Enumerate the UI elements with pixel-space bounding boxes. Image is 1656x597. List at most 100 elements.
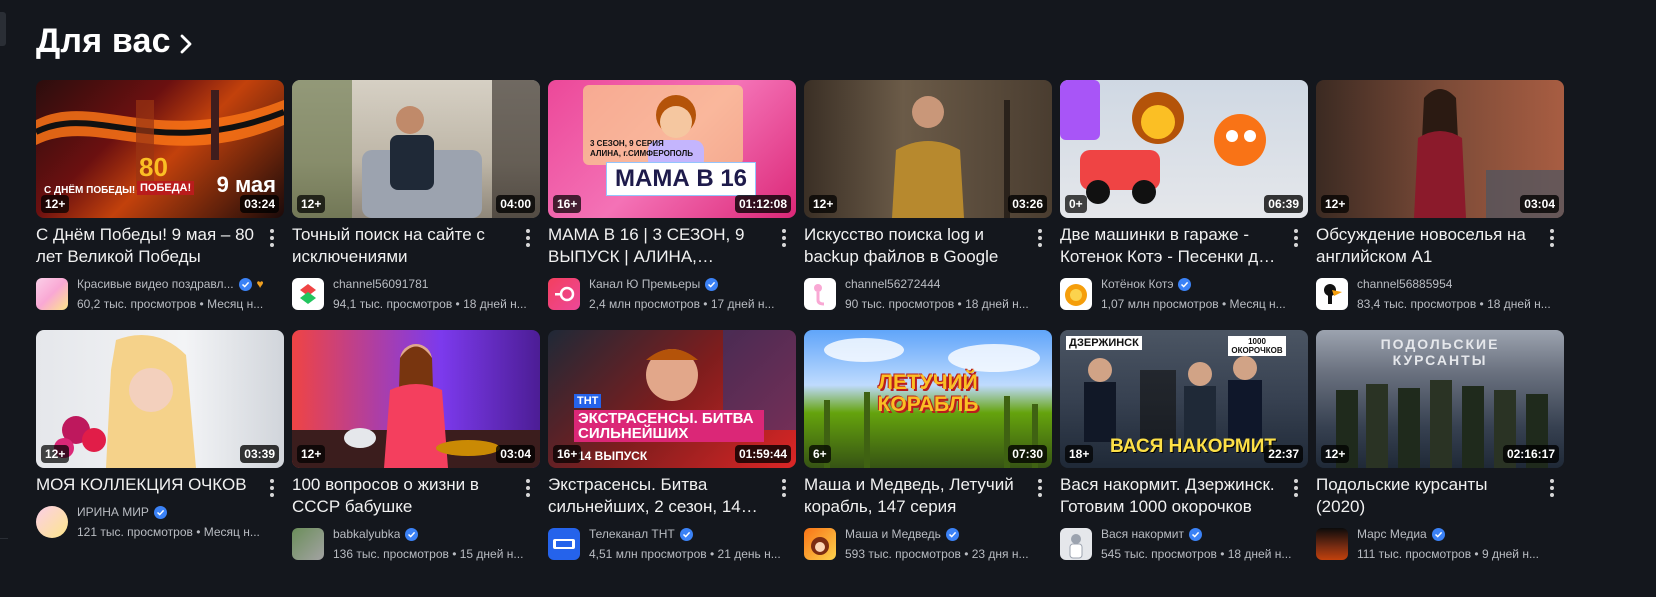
channel-name[interactable]: channel56091781 [333, 277, 428, 291]
upload-date: 18 дней н... [463, 297, 527, 311]
video-card[interactable]: 12+ 04:00 Точный поиск на сайте с исключ… [292, 80, 540, 311]
video-title[interactable]: Искусство поиска log и backup файлов в G… [804, 224, 1026, 268]
duration-badge: 01:59:44 [734, 445, 791, 463]
thumbnail-caption: МАМА В 16 [606, 162, 757, 196]
side-panel-handle[interactable] [0, 12, 6, 46]
video-title[interactable]: Две машинки в гараже - Котенок Котэ - Пе… [1060, 224, 1282, 268]
channel-name[interactable]: ИРИНА МИР [77, 505, 149, 519]
age-rating-badge: 12+ [41, 195, 70, 213]
upload-date: 18 дней н... [965, 297, 1029, 311]
duration-badge: 03:26 [1008, 195, 1047, 213]
video-card[interactable]: ТНТ ЭКСТРАСЕНСЫ. БИТВА СИЛЬНЕЙШИХ 14 ВЫП… [548, 330, 796, 561]
video-card[interactable]: ПОДОЛЬСКИЕ КУРСАНТЫ 12+ 02:16:17 Подольс… [1316, 330, 1564, 561]
video-thumbnail[interactable]: 12+ 03:39 [36, 330, 284, 468]
channel-name[interactable]: babkalyubka [333, 527, 400, 541]
video-title[interactable]: Маша и Медведь, Летучий корабль, 147 сер… [804, 474, 1026, 518]
view-count: 83,4 тыс. просмотров [1357, 297, 1477, 311]
channel-avatar[interactable] [1316, 528, 1348, 560]
video-card[interactable]: 12+ 03:04 100 вопросов о жизни в СССР ба… [292, 330, 540, 561]
more-options-icon[interactable] [1032, 226, 1048, 250]
thumbnail-caption: ЛЕТУЧИЙ КОРАБЛЬ [877, 371, 979, 416]
more-options-icon[interactable] [1544, 226, 1560, 250]
video-thumbnail[interactable]: 0+ 06:39 [1060, 80, 1308, 218]
section-header-link[interactable]: Для вас [36, 22, 193, 61]
channel-avatar[interactable] [804, 528, 836, 560]
more-options-icon[interactable] [1288, 476, 1304, 500]
video-title[interactable]: С Днём Победы! 9 мая – 80 лет Великой По… [36, 224, 258, 268]
video-thumbnail[interactable]: 12+ 03:04 [292, 330, 540, 468]
video-thumbnail[interactable]: ТНТ ЭКСТРАСЕНСЫ. БИТВА СИЛЬНЕЙШИХ 14 ВЫП… [548, 330, 796, 468]
channel-name[interactable]: Котёнок Котэ [1101, 277, 1173, 291]
channel-name[interactable]: channel56885954 [1357, 277, 1452, 291]
video-thumbnail[interactable]: ПОДОЛЬСКИЕ КУРСАНТЫ 12+ 02:16:17 [1316, 330, 1564, 468]
more-options-icon[interactable] [1544, 476, 1560, 500]
video-card[interactable]: 12+ 03:04 Обсуждение новоселья на англий… [1316, 80, 1564, 311]
video-card[interactable]: С ДНЁМ ПОБЕДЫ! 80 ПОБЕДА! 9 мая 12+ 03:2… [36, 80, 284, 311]
video-thumbnail[interactable]: ДЗЕРЖИНСК 1000 ОКОРОЧКОВ ВАСЯ НАКОРМИТ 1… [1060, 330, 1308, 468]
video-title[interactable]: Обсуждение новоселья на английском А1 [1316, 224, 1538, 268]
upload-date: Месяц н... [1229, 297, 1286, 311]
video-title[interactable]: Вася накормит. Дзержинск. Готовим 1000 о… [1060, 474, 1282, 518]
channel-avatar[interactable] [548, 528, 580, 560]
verified-check-icon [153, 505, 167, 519]
duration-badge: 07:30 [1008, 445, 1047, 463]
upload-date: 18 дней н... [1227, 547, 1292, 561]
verified-check-icon [1178, 277, 1192, 291]
video-card[interactable]: 0+ 06:39 Две машинки в гараже - Котенок … [1060, 80, 1308, 311]
video-title[interactable]: 100 вопросов о жизни в СССР бабушке [292, 474, 514, 518]
video-card[interactable]: 12+ 03:26 Искусство поиска log и backup … [804, 80, 1052, 311]
channel-avatar[interactable] [1060, 278, 1092, 310]
channel-avatar[interactable] [292, 278, 324, 310]
video-thumbnail[interactable]: С ДНЁМ ПОБЕДЫ! 80 ПОБЕДА! 9 мая 12+ 03:2… [36, 80, 284, 218]
channel-avatar[interactable] [1316, 278, 1348, 310]
more-options-icon[interactable] [520, 226, 536, 250]
view-count: 90 тыс. просмотров [845, 297, 955, 311]
duration-badge: 04:00 [496, 195, 535, 213]
more-options-icon[interactable] [1032, 476, 1048, 500]
channel-avatar[interactable] [292, 528, 324, 560]
view-count: 1,07 млн просмотров [1101, 297, 1219, 311]
video-thumbnail[interactable]: 12+ 03:26 [804, 80, 1052, 218]
duration-badge: 02:16:17 [1502, 445, 1559, 463]
more-options-icon[interactable] [1288, 226, 1304, 250]
channel-name[interactable]: Телеканал ТНТ [589, 527, 675, 541]
video-thumbnail[interactable]: 12+ 04:00 [292, 80, 540, 218]
verified-check-icon [679, 527, 693, 541]
more-options-icon[interactable] [776, 476, 792, 500]
thumbnail-caption: 80 [139, 152, 168, 182]
channel-avatar[interactable] [548, 278, 580, 310]
video-card[interactable]: 3 СЕЗОН, 9 СЕРИЯ АЛИНА, г.СИМФЕРОПОЛЬ МА… [548, 80, 796, 311]
channel-name[interactable]: channel56272444 [845, 277, 940, 291]
video-card[interactable]: 12+ 03:39 МОЯ КОЛЛЕКЦИЯ ОЧКОВ ИРИНА МИР … [36, 330, 284, 539]
thumbnail-caption: ЭКСТРАСЕНСЫ. БИТВА СИЛЬНЕЙШИХ [574, 410, 764, 442]
video-thumbnail[interactable]: ЛЕТУЧИЙ КОРАБЛЬ 6+ 07:30 [804, 330, 1052, 468]
verified-check-icon [405, 527, 419, 541]
upload-date: 15 дней н... [459, 547, 524, 561]
channel-name[interactable]: Марс Медиа [1357, 527, 1427, 541]
duration-badge: 03:04 [496, 445, 535, 463]
channel-name[interactable]: Красивые видео поздравл... [77, 277, 234, 291]
more-options-icon[interactable] [264, 226, 280, 250]
channel-avatar[interactable] [804, 278, 836, 310]
video-title[interactable]: Подольские курсанты (2020) [1316, 474, 1538, 518]
channel-avatar[interactable] [36, 506, 68, 538]
channel-avatar[interactable] [36, 278, 68, 310]
view-count: 121 тыс. просмотров [77, 525, 193, 539]
duration-badge: 01:12:08 [734, 195, 791, 213]
video-card[interactable]: ДЗЕРЖИНСК 1000 ОКОРОЧКОВ ВАСЯ НАКОРМИТ 1… [1060, 330, 1308, 561]
upload-date: 17 дней н... [710, 297, 775, 311]
video-title[interactable]: МОЯ КОЛЛЕКЦИЯ ОЧКОВ [36, 474, 258, 496]
channel-name[interactable]: Маша и Медведь [845, 527, 941, 541]
channel-name[interactable]: Канал Ю Премьеры [589, 277, 700, 291]
more-options-icon[interactable] [264, 476, 280, 500]
video-title[interactable]: МАМА В 16 | 3 СЕЗОН, 9 ВЫПУСК | АЛИНА, С… [548, 224, 770, 268]
video-card[interactable]: ЛЕТУЧИЙ КОРАБЛЬ 6+ 07:30 Маша и Медведь,… [804, 330, 1052, 561]
more-options-icon[interactable] [520, 476, 536, 500]
video-thumbnail[interactable]: 12+ 03:04 [1316, 80, 1564, 218]
video-title[interactable]: Точный поиск на сайте с исключениями [292, 224, 514, 268]
channel-avatar[interactable] [1060, 528, 1092, 560]
channel-name[interactable]: Вася накормит [1101, 527, 1184, 541]
video-thumbnail[interactable]: 3 СЕЗОН, 9 СЕРИЯ АЛИНА, г.СИМФЕРОПОЛЬ МА… [548, 80, 796, 218]
more-options-icon[interactable] [776, 226, 792, 250]
video-title[interactable]: Экстрасенсы. Битва сильнейших, 2 сезон, … [548, 474, 770, 518]
